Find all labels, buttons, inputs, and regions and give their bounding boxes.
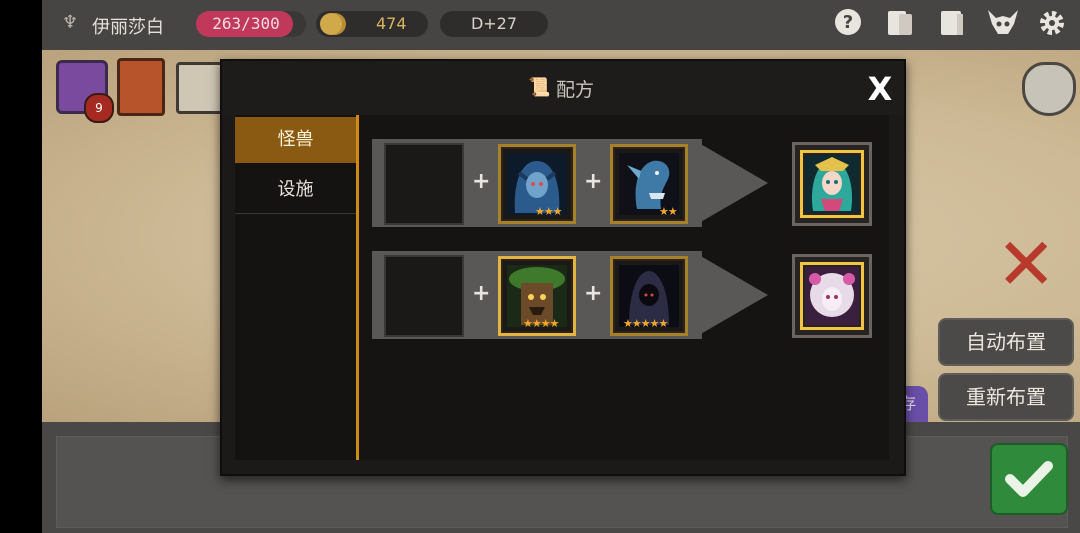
result-slot[interactable] — [792, 142, 872, 226]
plus-sign: + — [584, 169, 603, 194]
empty-slot[interactable] — [384, 143, 464, 225]
hp-value: 263/300 — [212, 14, 280, 33]
gear-icon[interactable] — [1036, 8, 1068, 40]
star-rating: ★★ — [659, 205, 678, 218]
day-counter: D+27 — [440, 11, 548, 37]
sea-priestess-portrait — [805, 155, 859, 213]
gold-counter: 474 — [316, 11, 428, 37]
demon-helmet-icon[interactable] — [986, 8, 1018, 40]
ingredient-slot[interactable]: ★★ — [610, 144, 688, 224]
svg-text:?: ? — [843, 12, 853, 33]
empty-slot[interactable] — [384, 255, 464, 337]
star-rating: ★★★★★ — [623, 317, 668, 330]
scroll-icon[interactable] — [176, 62, 226, 114]
plus-sign: + — [472, 169, 491, 194]
recipe-row: + ★★★ + ★★ — [372, 139, 872, 227]
recipe-dialog: 📜 配方 X 怪兽 设施 + ★★★ + ★★ + ★★★★ + ★★★★★ — [220, 59, 906, 476]
confirm-button[interactable] — [990, 443, 1068, 515]
ingredient-slot[interactable]: ★★★ — [498, 144, 576, 224]
result-slot[interactable] — [792, 254, 872, 338]
category-panel: 怪兽 设施 — [235, 115, 359, 460]
map-red-x-mark: ✕ — [996, 222, 1057, 306]
hp-bar: 263/300 — [196, 11, 306, 37]
gold-value: 474 — [376, 14, 407, 33]
chest-count-badge: 9 — [84, 93, 114, 123]
spellbook-icon[interactable] — [117, 58, 165, 116]
player-emblem-icon: ♆ — [62, 12, 79, 33]
book-icon[interactable] — [936, 8, 968, 40]
player-name: 伊丽莎白 — [92, 17, 164, 38]
checkmark-icon — [1005, 461, 1053, 497]
star-rating: ★★★★ — [523, 317, 559, 330]
result-frame — [800, 262, 864, 330]
replace-button[interactable]: 重新布置 — [938, 373, 1074, 421]
tab-monster[interactable]: 怪兽 — [235, 117, 356, 163]
white-haired-spirit-portrait — [805, 267, 859, 325]
star-rating: ★★★ — [535, 205, 563, 218]
ingredient-slot[interactable]: ★★★★★ — [610, 256, 688, 336]
recipe-scroll-icon: 📜 — [528, 77, 551, 98]
plus-sign: + — [472, 281, 491, 306]
plus-sign: + — [584, 281, 603, 306]
coin-icon — [320, 13, 342, 35]
auto-place-button[interactable]: 自动布置 — [938, 318, 1074, 366]
arrow-icon — [692, 139, 768, 227]
shield-icon[interactable] — [1022, 62, 1076, 116]
tab-facility[interactable]: 设施 — [235, 167, 356, 214]
arrow-icon — [692, 251, 768, 339]
dialog-title: 配方 — [556, 79, 595, 101]
ingredient-slot[interactable]: ★★★★ — [498, 256, 576, 336]
close-button[interactable]: X — [862, 69, 898, 109]
help-icon[interactable]: ? — [832, 8, 864, 40]
recipe-row: + ★★★★ + ★★★★★ — [372, 251, 872, 339]
cards-icon[interactable] — [884, 8, 916, 40]
result-frame — [800, 150, 864, 218]
